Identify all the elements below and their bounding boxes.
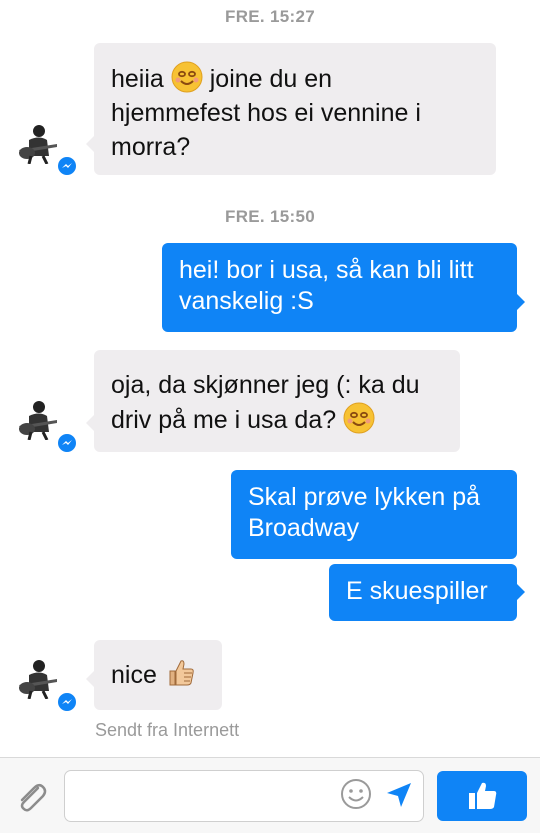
messenger-badge-icon: [56, 691, 78, 713]
message-line: heiia joine du en: [111, 61, 479, 96]
smiling-face-emoji-icon: [171, 61, 203, 93]
message-bubble-outgoing[interactable]: hei! bor i usa, så kan bli litt vanskeli…: [162, 243, 525, 332]
timestamp: FRE. 15:50: [225, 207, 315, 226]
contact-avatar[interactable]: [17, 122, 59, 164]
bubble-tail: [86, 414, 95, 432]
thumbs-up-icon: [469, 782, 497, 809]
send-arrow-icon[interactable]: [384, 780, 414, 810]
smiley-icon[interactable]: [340, 778, 372, 810]
contact-avatar[interactable]: [17, 398, 59, 440]
bubble-tail: [516, 293, 525, 311]
bubble-tail: [516, 583, 525, 601]
message-line: driv på me i usa da?: [111, 402, 443, 437]
message-line: hei! bor i usa, så kan bli litt: [179, 256, 474, 284]
message-line: oja, da skjønner jeg (: ka du: [111, 371, 420, 399]
message-bubble-incoming[interactable]: heiia joine du en hjemmefest hos ei venn…: [86, 43, 496, 175]
messenger-badge-icon: [56, 432, 78, 454]
sent-from-note: Sendt fra Internett: [95, 720, 240, 740]
bubble-tail: [86, 670, 95, 688]
contact-avatar[interactable]: [17, 657, 59, 699]
message-line: Skal prøve lykken på: [248, 483, 481, 511]
message-line: vanskelig :S: [179, 287, 314, 315]
message-line: nice: [111, 657, 205, 692]
message-line: E skuespiller: [346, 577, 488, 605]
smiling-face-emoji-icon: [343, 402, 375, 434]
message-line: morra?: [111, 133, 191, 161]
message-bubble-outgoing[interactable]: E skuespiller: [329, 564, 525, 621]
messenger-badge-icon: [56, 155, 78, 177]
like-button[interactable]: [437, 771, 527, 821]
message-line: hjemmefest hos ei vennine i: [111, 99, 421, 127]
message-line: Broadway: [248, 514, 360, 542]
message-bubble-incoming[interactable]: nice: [86, 640, 222, 710]
timestamp: FRE. 15:27: [225, 7, 315, 26]
paperclip-icon[interactable]: [12, 778, 50, 816]
thumbs-up-emoji-icon: [169, 660, 194, 686]
message-bubble-outgoing[interactable]: Skal prøve lykken på Broadway: [231, 470, 517, 559]
bubble-tail: [86, 135, 95, 153]
message-bubble-incoming[interactable]: oja, da skjønner jeg (: ka du driv på me…: [86, 350, 460, 452]
